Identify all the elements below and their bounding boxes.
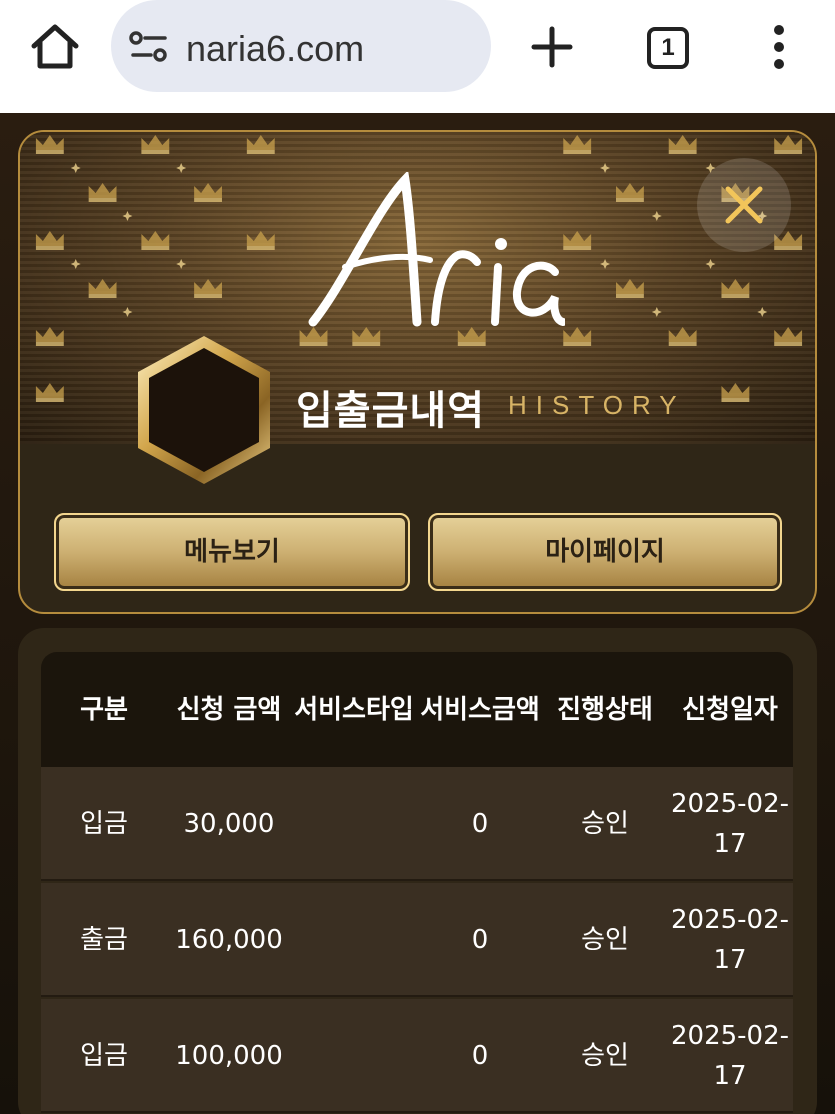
url-text: naria6.com	[186, 28, 365, 69]
column-header-service-amount: 서비스금액	[420, 694, 540, 725]
cell-service-amount: 0	[471, 925, 489, 955]
browser-toolbar: naria6.com 1	[0, 0, 835, 113]
page-subtitle: HISTORY	[508, 390, 686, 420]
table-row: 입금 100,000 0 승인 2025-02-17	[41, 999, 793, 1113]
column-header-type: 구분	[80, 694, 128, 725]
cell-type: 출금	[80, 925, 128, 955]
cell-date: 2025-02-17	[670, 1021, 789, 1091]
cell-service-amount: 0	[471, 1041, 489, 1071]
cell-status: 승인	[581, 925, 629, 955]
address-bar[interactable]: naria6.com	[111, 0, 491, 92]
cell-service-type	[291, 999, 417, 1113]
tab-switcher-button[interactable]: 1	[647, 27, 689, 69]
cell-date: 2025-02-17	[670, 789, 789, 859]
cell-service-type	[291, 767, 417, 881]
cell-amount: 160,000	[175, 925, 283, 955]
cell-service-type	[291, 883, 417, 997]
cell-type: 입금	[80, 809, 128, 839]
cell-date: 2025-02-17	[670, 905, 789, 975]
site-info-icon[interactable]	[129, 30, 169, 64]
menu-button[interactable]: 메뉴보기	[54, 513, 410, 591]
table-row: 입금 30,000 0 승인 2025-02-17	[41, 767, 793, 881]
column-header-date: 신청일자	[682, 694, 778, 725]
cell-status: 승인	[581, 1041, 629, 1071]
plus-icon[interactable]	[530, 25, 574, 69]
column-header-status: 진행상태	[557, 694, 653, 725]
table-row: 출금 160,000 0 승인 2025-02-17	[41, 883, 793, 997]
cell-amount: 30,000	[183, 809, 275, 839]
home-icon[interactable]	[28, 22, 82, 72]
close-icon	[725, 186, 763, 224]
column-header-amount: 신청 금액	[176, 694, 282, 725]
cell-status: 승인	[581, 809, 629, 839]
kebab-menu-icon[interactable]	[764, 22, 794, 72]
table-header: 구분 신청 금액 서비스타입 서비스금액 진행상태 신청일자	[41, 652, 793, 767]
aria-logo	[308, 172, 565, 327]
column-header-service-type: 서비스타입	[294, 694, 414, 725]
cell-type: 입금	[80, 1041, 128, 1071]
mypage-button[interactable]: 마이페이지	[428, 513, 782, 591]
cell-amount: 100,000	[175, 1041, 283, 1071]
history-header-panel: 입출금내역 HISTORY 메뉴보기 마이페이지	[18, 130, 817, 614]
cell-service-amount: 0	[471, 809, 489, 839]
page-title: 입출금내역	[296, 388, 485, 434]
close-button[interactable]	[697, 158, 791, 252]
hexagon-emblem	[138, 336, 270, 484]
